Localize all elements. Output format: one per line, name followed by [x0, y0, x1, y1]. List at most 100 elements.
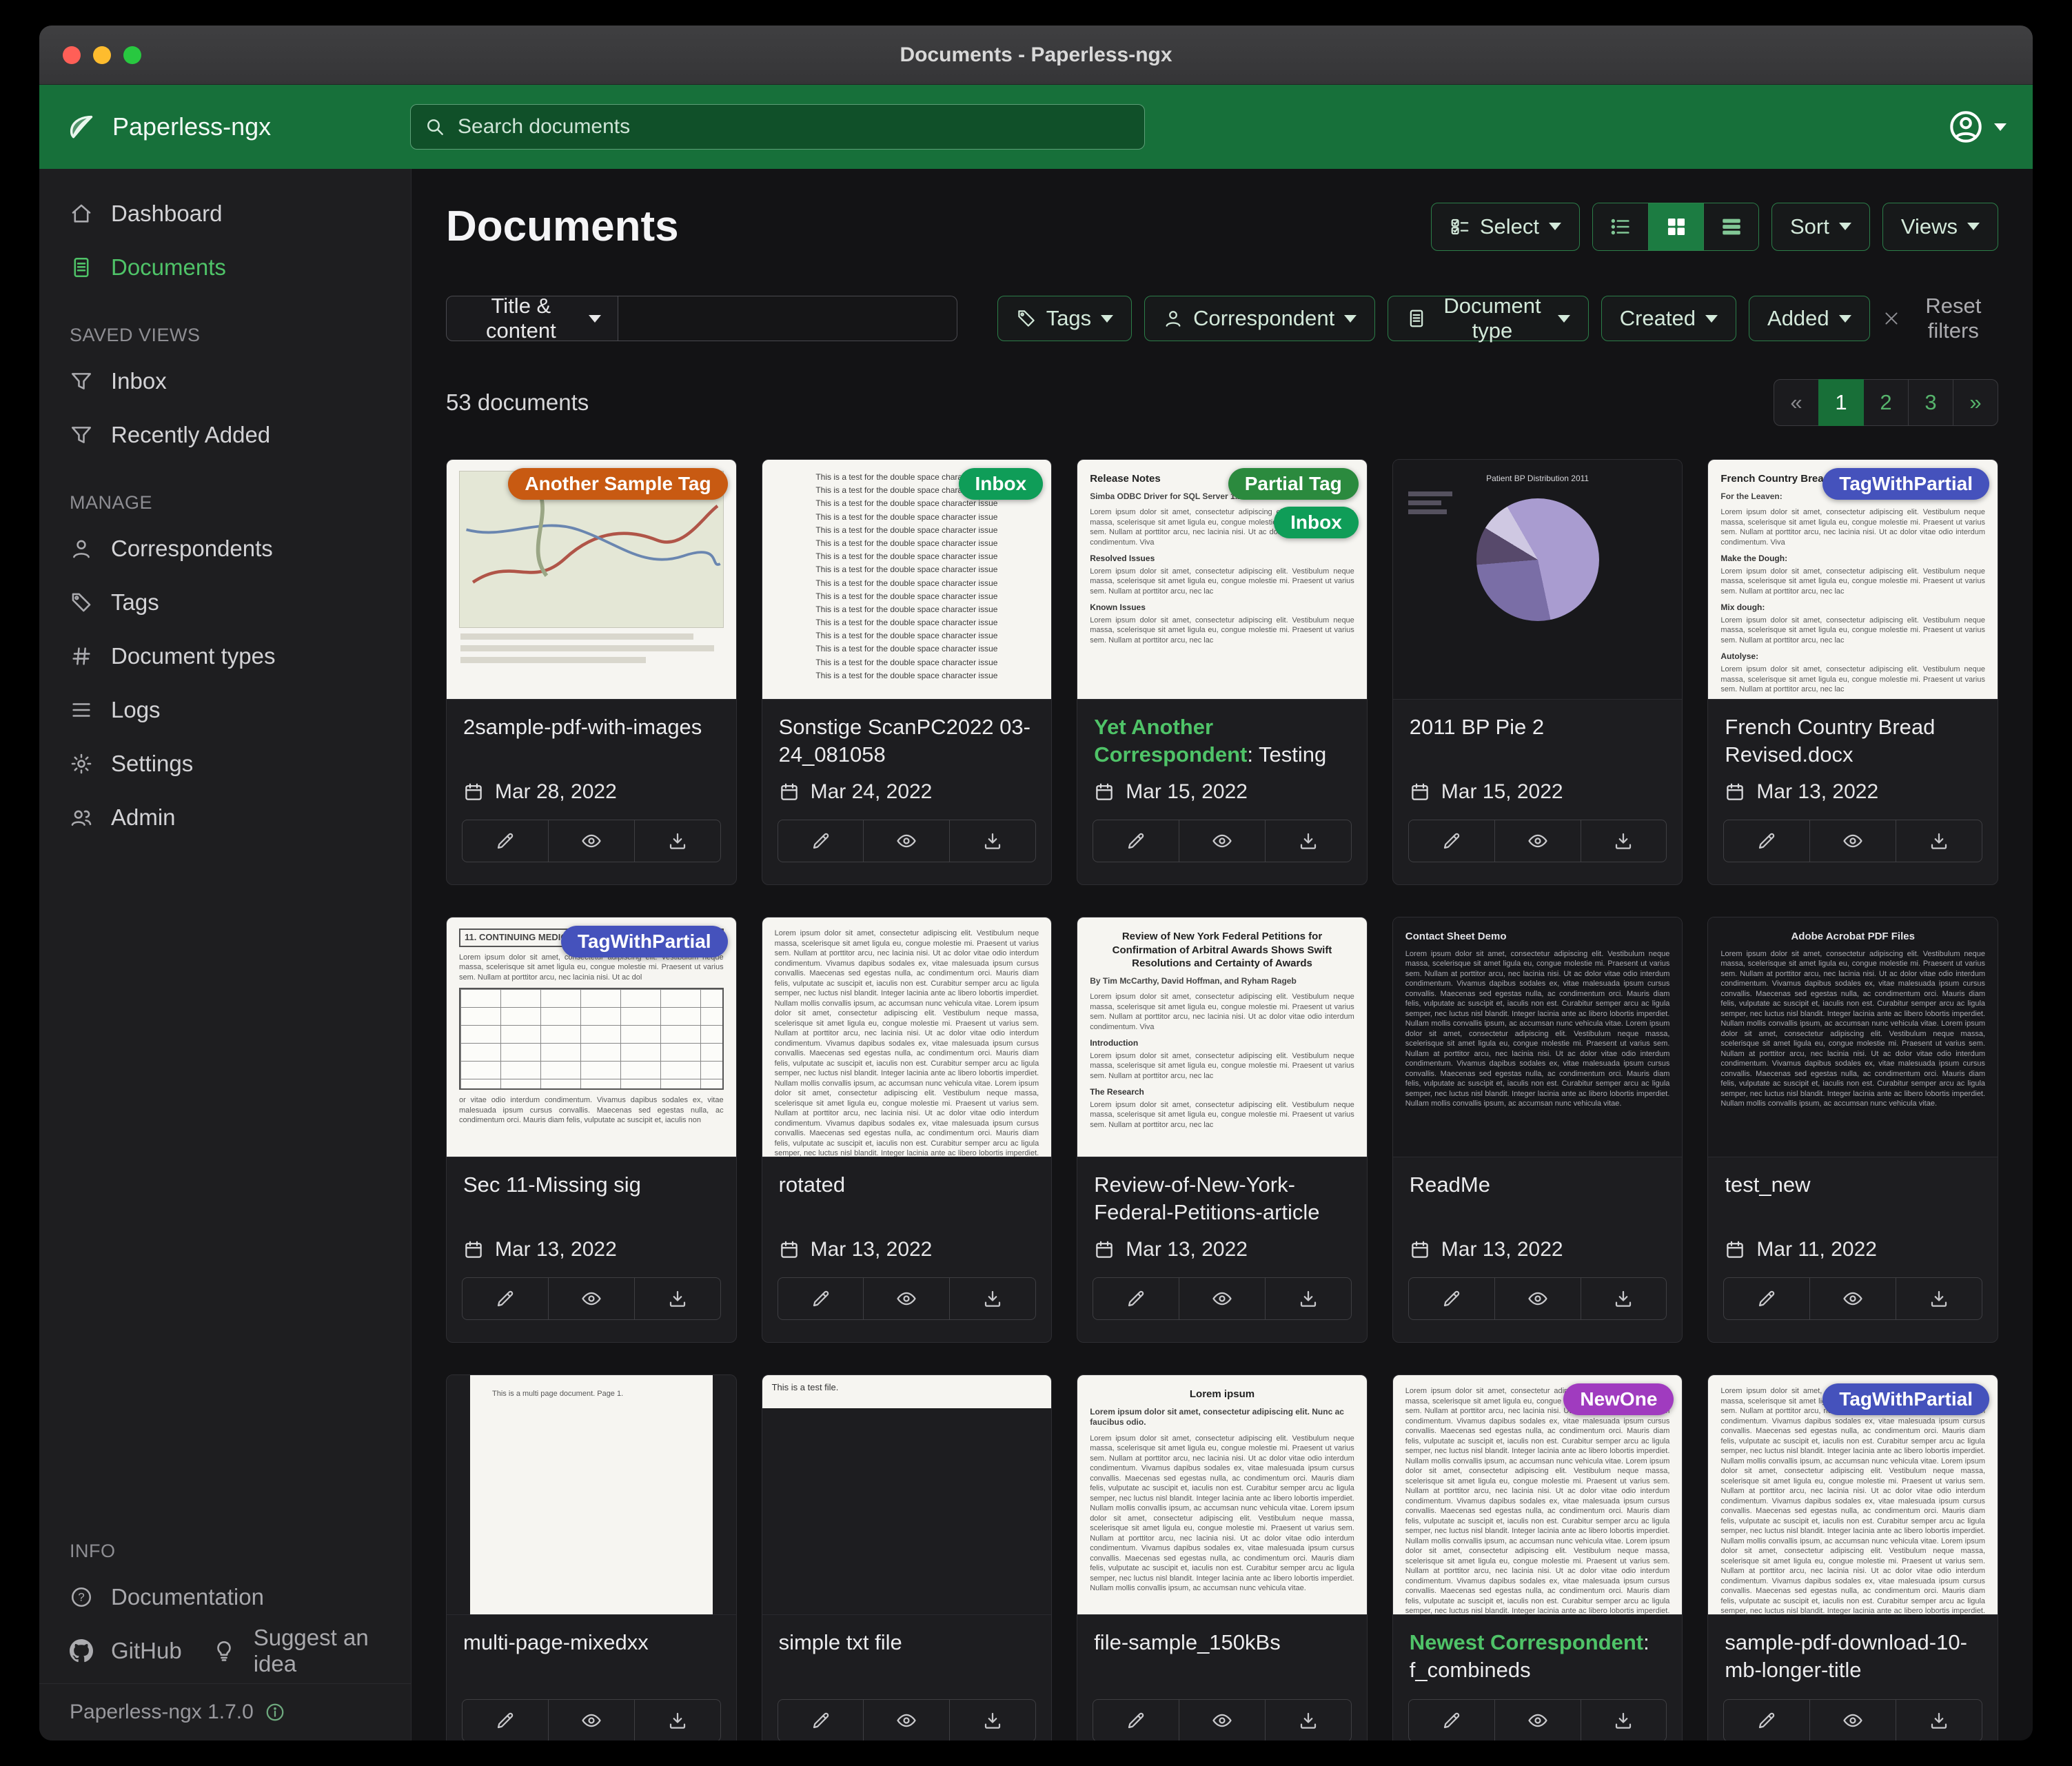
tags-filter-button[interactable]: Tags [997, 296, 1132, 341]
sidebar-item-logs[interactable]: Logs [39, 683, 411, 737]
document-title[interactable]: Sonstige ScanPC2022 03-24_081058 [762, 700, 1052, 773]
sidebar-item-admin[interactable]: Admin [39, 791, 411, 844]
download-button[interactable] [949, 820, 1035, 862]
download-button[interactable] [1265, 1700, 1351, 1740]
pagination-page-3[interactable]: 3 [1908, 379, 1953, 426]
created-filter-button[interactable]: Created [1601, 296, 1736, 341]
correspondent-filter-button[interactable]: Correspondent [1144, 296, 1375, 341]
document-thumbnail[interactable]: Lorem ipsumLorem ipsum dolor sit amet, c… [1077, 1375, 1367, 1615]
document-card[interactable]: This is a test for the double space char… [762, 459, 1053, 885]
view-button[interactable] [863, 1700, 949, 1740]
document-thumbnail[interactable]: This is a test for the double space char… [762, 460, 1052, 700]
document-title[interactable]: rotated [762, 1157, 1052, 1230]
document-thumbnail[interactable]: This is a test file. [762, 1375, 1052, 1615]
document-card[interactable]: Patient BP Distribution 20112011 BP Pie … [1392, 459, 1683, 885]
download-button[interactable] [1581, 1700, 1667, 1740]
minimize-window-button[interactable] [93, 46, 111, 64]
document-title[interactable]: file-sample_150kBs [1077, 1615, 1367, 1688]
document-title[interactable]: multi-page-mixedxx [447, 1615, 736, 1688]
sidebar-item-suggest-idea[interactable]: Suggest an idea [182, 1624, 411, 1678]
view-button[interactable] [1809, 1700, 1896, 1740]
grid-view-button[interactable] [1648, 203, 1703, 250]
document-card[interactable]: Adobe Acrobat PDF FilesLorem ipsum dolor… [1707, 917, 1998, 1343]
edit-button[interactable] [1724, 1700, 1809, 1740]
document-title[interactable]: French Country Bread Revised.docx [1708, 700, 1998, 773]
document-thumbnail[interactable]: Another Sample Tag [447, 460, 736, 700]
document-card[interactable]: French Country BreadFor the Leaven:Lorem… [1707, 459, 1998, 885]
tag-pill[interactable]: TagWithPartial [561, 926, 728, 957]
download-button[interactable] [949, 1278, 1035, 1319]
tag-pill[interactable]: TagWithPartial [1822, 468, 1989, 500]
view-button[interactable] [1179, 820, 1265, 862]
pagination-page-2[interactable]: 2 [1863, 379, 1909, 426]
sidebar-item-document-types[interactable]: Document types [39, 629, 411, 683]
view-button[interactable] [863, 820, 949, 862]
filter-text-input[interactable] [618, 296, 957, 341]
document-type-filter-button[interactable]: Document type [1388, 296, 1588, 341]
document-title[interactable]: ReadMe [1393, 1157, 1683, 1230]
download-button[interactable] [1265, 1278, 1351, 1319]
tag-pill[interactable]: TagWithPartial [1822, 1383, 1989, 1415]
tag-pill[interactable]: Inbox [1274, 507, 1359, 538]
document-thumbnail[interactable]: This is a multi page document. Page 1. [447, 1375, 736, 1615]
document-card[interactable]: Lorem ipsum dolor sit amet, consectetur … [1707, 1374, 1998, 1740]
view-button[interactable] [863, 1278, 949, 1319]
document-title[interactable]: sample-pdf-download-10-mb-longer-title [1708, 1615, 1998, 1688]
edit-button[interactable] [1724, 820, 1809, 862]
document-title[interactable]: simple txt file [762, 1615, 1052, 1688]
document-thumbnail[interactable]: Adobe Acrobat PDF FilesLorem ipsum dolor… [1708, 917, 1998, 1157]
document-card[interactable]: 11. CONTINUING MEDICAL EDUCATIONLorem ip… [446, 917, 737, 1343]
document-card[interactable]: Lorem ipsum dolor sit amet, consectetur … [762, 917, 1053, 1343]
edit-button[interactable] [778, 1278, 864, 1319]
edit-button[interactable] [1093, 1700, 1179, 1740]
sidebar-item-inbox[interactable]: Inbox [39, 354, 411, 408]
document-title[interactable]: test_new [1708, 1157, 1998, 1230]
info-circle-icon[interactable] [265, 1702, 285, 1723]
tag-pill[interactable]: Another Sample Tag [508, 468, 727, 500]
edit-button[interactable] [463, 1278, 548, 1319]
document-correspondent[interactable]: Yet Another Correspondent [1094, 715, 1247, 767]
download-button[interactable] [634, 1278, 720, 1319]
sort-button[interactable]: Sort [1771, 203, 1870, 251]
view-button[interactable] [1494, 1700, 1581, 1740]
document-thumbnail[interactable]: Patient BP Distribution 2011 [1393, 460, 1683, 700]
edit-button[interactable] [778, 1700, 864, 1740]
document-title[interactable]: Newest Correspondent: f_combineds [1393, 1615, 1683, 1688]
document-thumbnail[interactable]: Lorem ipsum dolor sit amet, consectetur … [1708, 1375, 1998, 1615]
sidebar-item-github[interactable]: GitHub [39, 1624, 182, 1678]
document-title[interactable]: 2011 BP Pie 2 [1393, 700, 1683, 773]
zoom-window-button[interactable] [123, 46, 141, 64]
tag-pill[interactable]: Partial Tag [1228, 468, 1359, 500]
document-card[interactable]: Lorem ipsumLorem ipsum dolor sit amet, c… [1077, 1374, 1368, 1740]
sidebar-item-documentation[interactable]: ? Documentation [39, 1570, 411, 1624]
edit-button[interactable] [1409, 1278, 1494, 1319]
tag-pill[interactable]: Inbox [959, 468, 1044, 500]
view-button[interactable] [1179, 1278, 1265, 1319]
download-button[interactable] [1896, 1700, 1982, 1740]
edit-button[interactable] [1409, 1700, 1494, 1740]
download-button[interactable] [634, 820, 720, 862]
download-button[interactable] [1581, 820, 1667, 862]
edit-button[interactable] [463, 1700, 548, 1740]
view-button[interactable] [1809, 820, 1896, 862]
select-button[interactable]: Select [1431, 203, 1580, 251]
document-card[interactable]: Lorem ipsum dolor sit amet, consectetur … [1392, 1374, 1683, 1740]
download-button[interactable] [1265, 820, 1351, 862]
pagination-prev[interactable]: « [1774, 379, 1819, 426]
user-menu[interactable] [1947, 108, 2007, 145]
document-thumbnail[interactable]: Lorem ipsum dolor sit amet, consectetur … [762, 917, 1052, 1157]
edit-button[interactable] [1724, 1278, 1809, 1319]
edit-button[interactable] [1409, 820, 1494, 862]
sidebar-item-tags[interactable]: Tags [39, 576, 411, 629]
sidebar-item-dashboard[interactable]: Dashboard [39, 187, 411, 241]
view-button[interactable] [1179, 1700, 1265, 1740]
document-thumbnail[interactable]: Release NotesSimba ODBC Driver for SQL S… [1077, 460, 1367, 700]
download-button[interactable] [1896, 1278, 1982, 1319]
view-button[interactable] [1809, 1278, 1896, 1319]
view-button[interactable] [548, 1278, 634, 1319]
document-card[interactable]: Contact Sheet DemoLorem ipsum dolor sit … [1392, 917, 1683, 1343]
edit-button[interactable] [1093, 1278, 1179, 1319]
sidebar-item-documents[interactable]: Documents [39, 241, 411, 294]
tag-pill[interactable]: NewOne [1563, 1383, 1674, 1415]
document-title[interactable]: Sec 11-Missing sig [447, 1157, 736, 1230]
